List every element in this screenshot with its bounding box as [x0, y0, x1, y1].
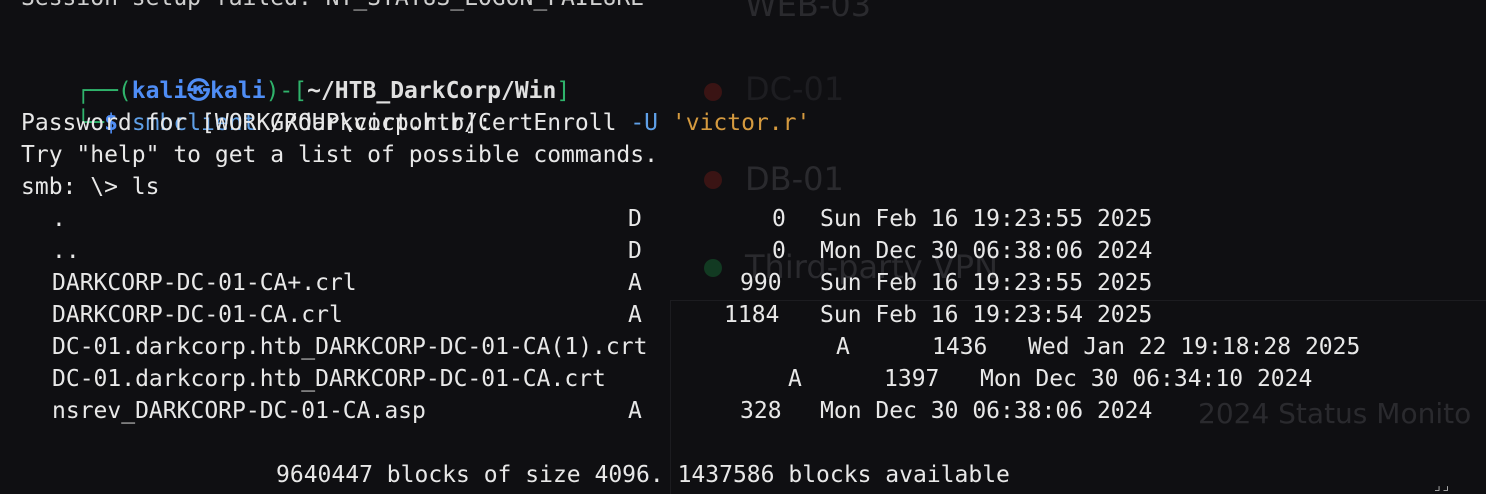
file-size: 328 [740, 398, 782, 424]
terminal-window[interactable]: WEB-03 DC-01 DB-01 Third-party VPN 2024 … [0, 0, 1486, 494]
command-flag: -U [630, 110, 659, 136]
file-size: 1436 [932, 334, 988, 360]
file-attr: A [628, 270, 642, 296]
file-attr: A [836, 334, 850, 360]
file-attr: D [628, 206, 642, 232]
ghost-web-label: WEB-03 [745, 0, 872, 24]
file-size: 0 [772, 238, 786, 264]
file-date: Sun Feb 16 19:23:55 2025 [820, 206, 1153, 232]
file-name: .. [52, 238, 80, 264]
file-size: 990 [740, 270, 782, 296]
file-date: Mon Dec 30 06:38:06 2024 [820, 398, 1153, 424]
command-user-arg: 'victor.r' [671, 110, 811, 136]
resize-grip-icon[interactable]: ⌟⌟ [1433, 478, 1450, 494]
smb-prompt[interactable]: smb: \> ls [21, 171, 159, 203]
file-name: . [52, 206, 66, 232]
ghost-status-label: 2024 Status Monito [1198, 397, 1472, 430]
partial-output-line: Session setup failed: NT_STATUS_LOGON_FA… [21, 0, 644, 14]
file-attr: A [628, 302, 642, 328]
file-date: Sun Feb 16 19:23:55 2025 [820, 270, 1153, 296]
file-name: DC-01.darkcorp.htb_DARKCORP-DC-01-CA.crt [52, 366, 606, 392]
file-date: Mon Dec 30 06:38:06 2024 [820, 238, 1153, 264]
file-date: Mon Dec 30 06:34:10 2024 [980, 366, 1313, 392]
password-prompt: Password for [WORKGROUP\victor.r]: [21, 110, 492, 136]
ghost-dot-red-2 [704, 171, 722, 189]
command-line[interactable]: └─$ smbclient //darkcorp.htb/CertEnroll … [21, 75, 810, 136]
file-name: DARKCORP-DC-01-CA+.crl [52, 270, 357, 296]
file-attr: D [628, 238, 642, 264]
file-date: Sun Feb 16 19:23:54 2025 [820, 302, 1153, 328]
file-date: Wed Jan 22 19:18:28 2025 [1028, 334, 1361, 360]
file-attr: A [628, 398, 642, 424]
file-name: nsrev_DARKCORP-DC-01-CA.asp [52, 398, 426, 424]
ghost-dot-green [704, 259, 722, 277]
file-size: 0 [772, 206, 786, 232]
ghost-db01-label: DB-01 [745, 160, 844, 198]
file-name: DC-01.darkcorp.htb_DARKCORP-DC-01-CA(1).… [52, 334, 648, 360]
blocks-summary: 9640447 blocks of size 4096. 1437586 blo… [276, 462, 1010, 488]
prompt-line: ┌──(kali㉿kali)-[~/HTB_DarkCorp/Win] [21, 43, 570, 104]
file-size: 1184 [724, 302, 780, 328]
file-name: DARKCORP-DC-01-CA.crl [52, 302, 343, 328]
file-size: 1397 [884, 366, 940, 392]
file-attr: A [788, 366, 802, 392]
help-hint: Try "help" to get a list of possible com… [21, 142, 658, 168]
